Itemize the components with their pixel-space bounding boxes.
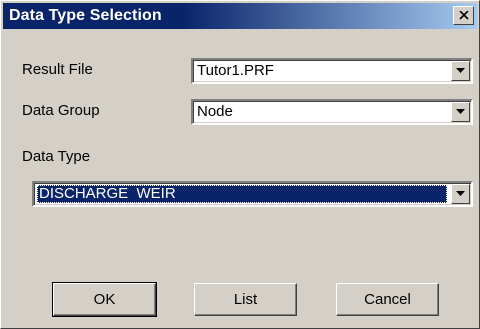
window-title: Data Type Selection — [9, 7, 162, 24]
data-group-dropdown-button[interactable] — [451, 102, 470, 122]
data-group-value: Node — [197, 103, 233, 120]
chevron-down-icon — [456, 191, 465, 196]
data-type-combo[interactable]: DISCHARGE WEIR — [32, 181, 473, 207]
data-type-label: Data Type — [22, 148, 91, 165]
list-button[interactable]: List — [194, 283, 297, 316]
result-file-combo[interactable]: Tutor1.PRF — [191, 58, 473, 84]
data-group-combo[interactable]: Node — [191, 99, 473, 125]
ok-button[interactable]: OK — [52, 282, 157, 317]
title-bar[interactable]: Data Type Selection — [3, 3, 477, 29]
result-file-dropdown-button[interactable] — [451, 61, 470, 81]
data-type-selection-dialog: Data Type Selection Result File Tutor1.P… — [0, 0, 480, 329]
result-file-value: Tutor1.PRF — [197, 62, 274, 79]
chevron-down-icon — [456, 68, 465, 73]
data-type-value: DISCHARGE WEIR — [37, 185, 447, 203]
cancel-button[interactable]: Cancel — [336, 283, 439, 316]
chevron-down-icon — [456, 109, 465, 114]
close-button[interactable] — [453, 6, 474, 25]
data-type-dropdown-button[interactable] — [451, 184, 470, 204]
close-x-icon — [459, 11, 469, 20]
result-file-label: Result File — [22, 61, 93, 78]
data-group-label: Data Group — [22, 102, 100, 119]
